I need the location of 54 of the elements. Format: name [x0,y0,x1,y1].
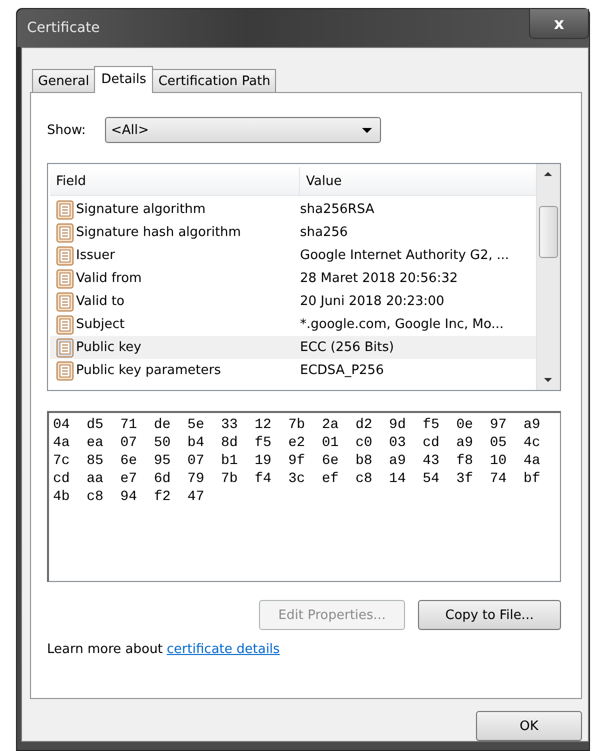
field-icon [56,222,74,242]
scrollbar[interactable] [536,164,560,390]
hex-line: 4a ea 07 50 b4 8d f5 e2 01 c0 03 cd a9 05 4c [53,434,542,452]
field-icon [56,338,74,358]
hex-line: 7c 85 6e 95 07 b1 19 9f 6e b8 a9 43 f8 10 4a [53,452,542,470]
ok-button[interactable]: OK [476,711,582,741]
field-value: 20 Juni 2018 20:23:00 [299,294,444,309]
show-dropdown[interactable]: <All> [105,117,381,143]
list-row[interactable]: Valid to 20 Juni 2018 20:23:00 [50,290,536,313]
certificate-details-link[interactable]: certificate details [166,642,280,657]
field-value: Google Internet Authority G2, ... [299,248,510,263]
tab[interactable]: Details [94,66,154,93]
column-header[interactable]: Value [300,167,342,195]
list-row[interactable]: Public key parameters ECDSA_P256 [50,359,536,382]
field-icon [56,314,74,334]
field-name: Signature algorithm [76,202,206,217]
field-name: Public key [76,340,142,355]
list-row[interactable]: Valid from 28 Maret 2018 20:56:32 [50,267,536,290]
field-name: Valid to [76,294,125,309]
field-name: Subject [76,317,125,332]
field-value: sha256 [299,225,348,240]
field-name: Valid from [76,271,142,286]
hex-line: 04 d5 71 de 5e 33 12 7b 2a d2 9d f5 0e 97 a9 [53,416,542,434]
list-row[interactable]: Issuer Google Internet Authority G2, ... [50,244,536,267]
field-value: ECDSA_P256 [299,363,384,378]
field-name: Issuer [76,248,115,263]
show-label: Show: [47,122,87,138]
list-row[interactable]: Public key ECC (256 Bits) [50,336,536,359]
window-title: Certificate [26,19,101,38]
caret-icon [362,128,372,132]
field-name: Signature hash algorithm [76,225,241,240]
tab[interactable]: Certification Path [152,69,276,92]
value-text-box[interactable]: 04 d5 71 de 5e 33 12 7b 2a d2 9d f5 0e 97 a9 4a ea 07 50 b4 8d f5 e2 01 c0 03 cd a9 05 4c 7c 85 6e 95 07 b1 19 9f 6e b8 a9 43 f8 10 4a cd aa e7 6d 79 7b f4 3c ef c8 14 54 3f 74 bf 4b c8 94 f2 47 [47,411,561,582]
field-icon [56,200,74,220]
close-button[interactable]: x [529,9,589,39]
hex-line: cd aa e7 6d 79 7b f4 3c ef c8 14 54 3f 74 bf [53,470,542,488]
column-header[interactable]: Field [50,167,300,195]
field-icon [56,246,74,266]
list-row[interactable]: Subject *.google.com, Google Inc, Mo... [50,313,536,336]
list-row[interactable]: Signature hash algorithm sha256 [50,221,536,244]
field-name: Public key parameters [76,363,221,378]
field-value: *.google.com, Google Inc, Mo... [299,317,504,332]
hex-line: 4b c8 94 f2 47 [53,488,206,506]
field-icon [56,268,74,288]
field-icon [56,292,74,312]
learn-more-text: Learn more about [47,642,163,657]
tab[interactable]: General [32,69,96,92]
field-value: 28 Maret 2018 20:56:32 [299,271,458,286]
field-icon [56,360,74,380]
list-row[interactable]: Signature algorithm sha256RSA [50,198,536,221]
action-button[interactable]: Copy to File... [418,600,561,630]
scroll-thumb[interactable] [539,206,558,258]
field-value: sha256RSA [299,202,374,217]
field-value: ECC (256 Bits) [299,340,394,355]
